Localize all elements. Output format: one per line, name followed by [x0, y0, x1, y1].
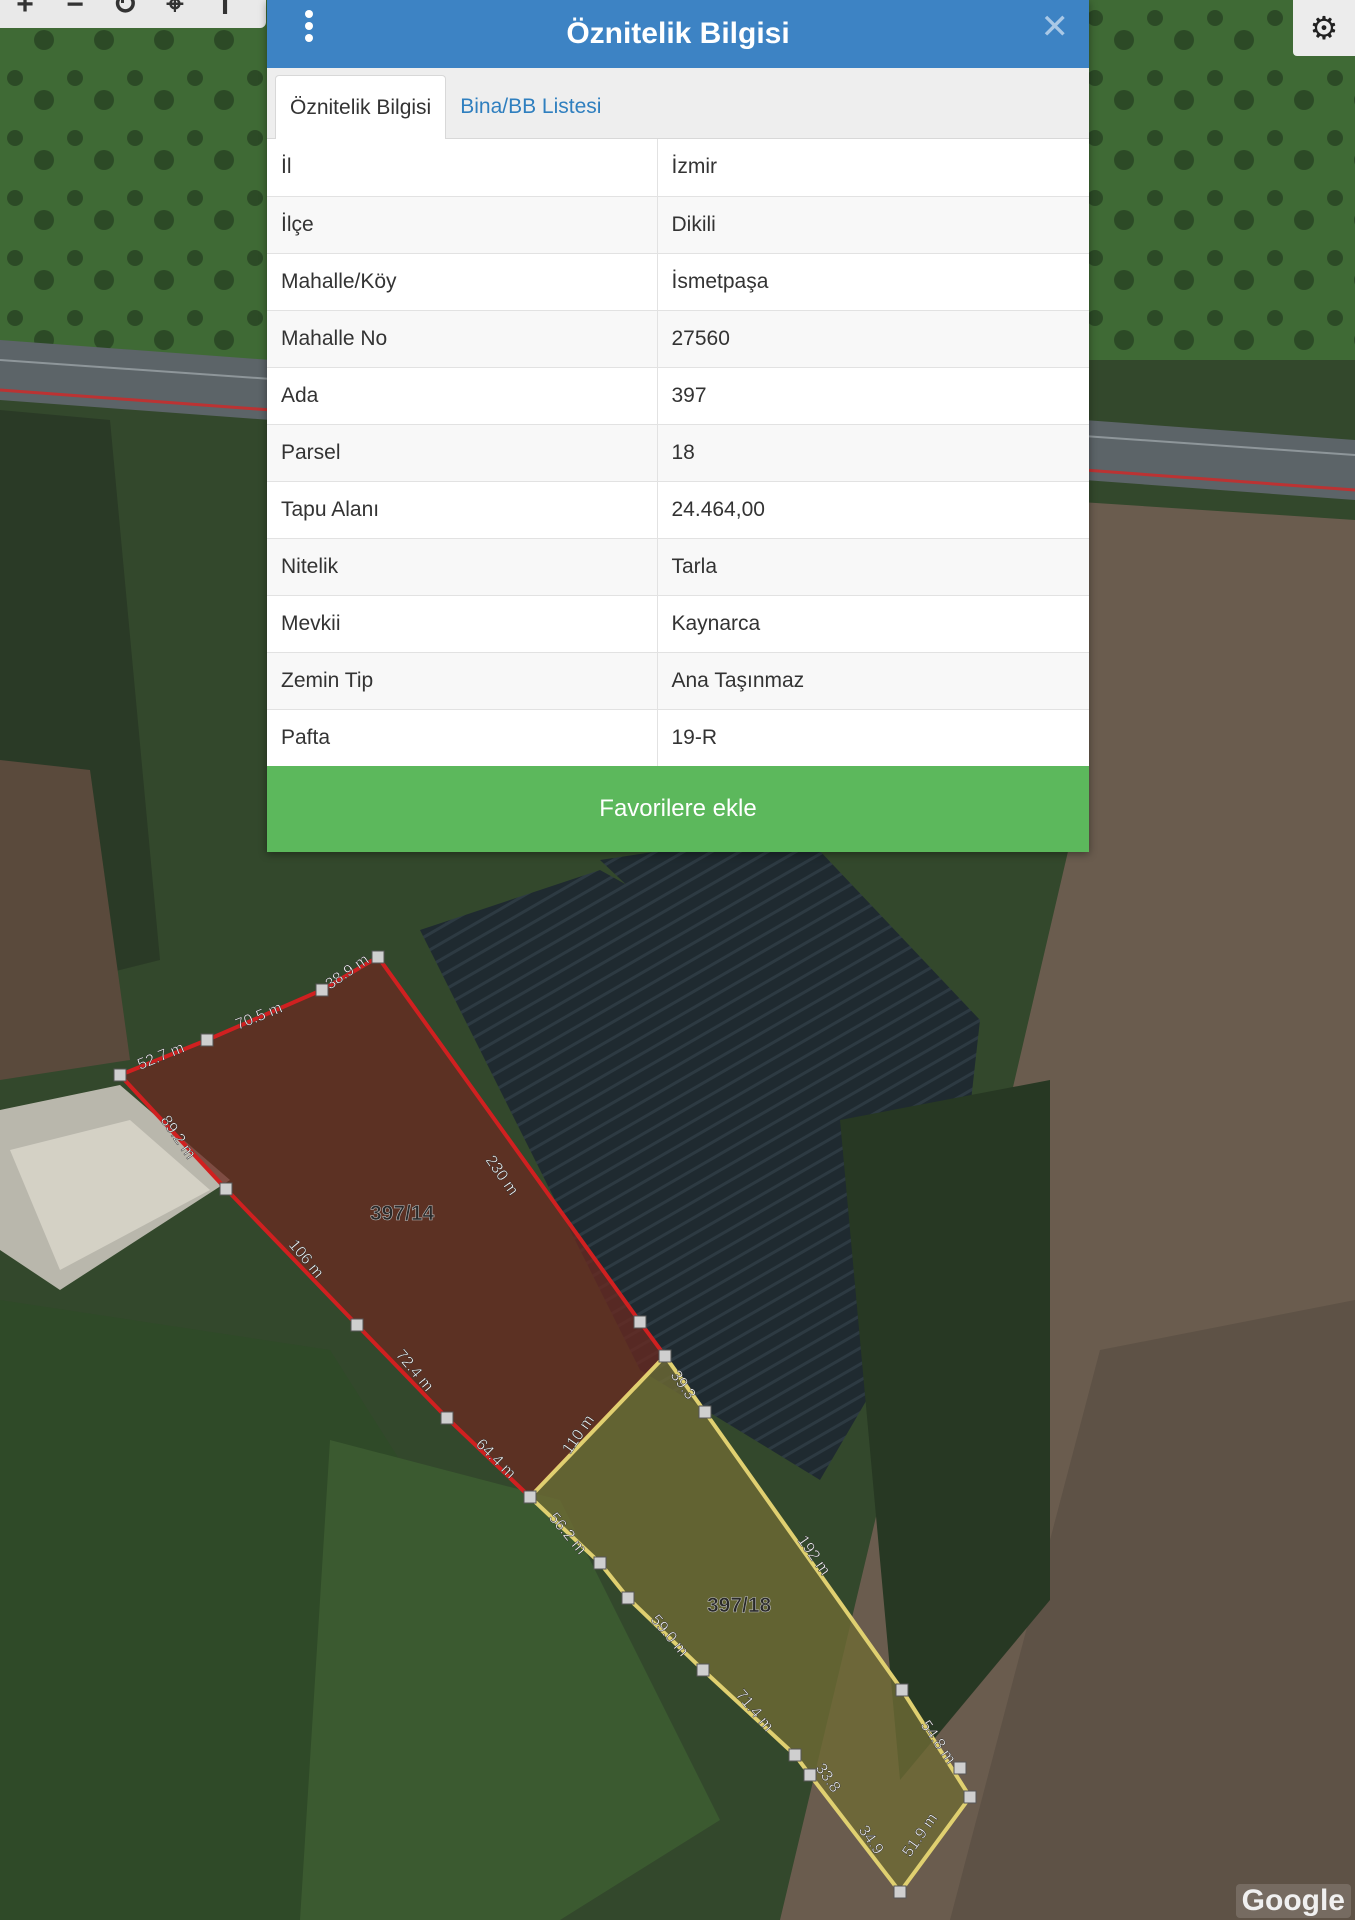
gear-icon: ⚙ — [1309, 10, 1339, 46]
row-value: 24.464,00 — [657, 480, 1089, 538]
row-key: Tapu Alanı — [267, 480, 658, 538]
row-value: 27560 — [657, 309, 1089, 367]
table-row: İlçe Dikili — [267, 195, 1089, 253]
row-key: Mahalle/Köy — [267, 252, 658, 310]
add-to-favorites-button[interactable]: Favorilere ekle — [267, 766, 1089, 852]
map-toolbar: + − ↻ ⌖ i — [0, 0, 266, 28]
row-key: Zemin Tip — [267, 651, 658, 709]
settings-button[interactable]: ⚙ — [1293, 0, 1355, 56]
row-value: Dikili — [657, 195, 1089, 253]
vertical-dots-icon[interactable] — [303, 10, 315, 44]
row-value: 18 — [657, 423, 1089, 481]
tab-attribute-info[interactable]: Öznitelik Bilgisi — [275, 75, 447, 139]
row-key: Nitelik — [267, 537, 658, 595]
dialog-header: Öznitelik Bilgisi ✕ — [267, 0, 1089, 68]
table-row: Mahalle/Köy İsmetpaşa — [267, 252, 1089, 310]
zoom-in-icon[interactable]: + — [0, 0, 50, 20]
info-icon[interactable]: i — [200, 0, 250, 20]
row-value: Ana Taşınmaz — [657, 651, 1089, 709]
table-row: Ada 397 — [267, 366, 1089, 424]
table-row: Tapu Alanı 24.464,00 — [267, 480, 1089, 538]
row-key: Parsel — [267, 423, 658, 481]
row-key: Pafta — [267, 708, 658, 766]
attribute-table: İl İzmir İlçe Dikili Mahalle/Köy İsmetpaşa … — [267, 139, 1089, 766]
table-row: Pafta 19-R — [267, 708, 1089, 766]
row-value: Tarla — [657, 537, 1089, 595]
tab-building-list[interactable]: Bina/BB Listesi — [446, 76, 615, 138]
google-attribution: Google — [1235, 1884, 1351, 1918]
table-row: Zemin Tip Ana Taşınmaz — [267, 651, 1089, 709]
row-key: Mahalle No — [267, 309, 658, 367]
parcel-label-397-14: 397/14 — [370, 1202, 435, 1225]
table-row: Nitelik Tarla — [267, 537, 1089, 595]
row-value: 397 — [657, 366, 1089, 424]
row-key: İl — [267, 139, 658, 196]
table-row: Parsel 18 — [267, 423, 1089, 481]
table-row: Mevkii Kaynarca — [267, 594, 1089, 652]
row-value: İzmir — [671, 155, 718, 179]
row-key: Ada — [267, 366, 658, 424]
table-row: Mahalle No 27560 — [267, 309, 1089, 367]
attribute-dialog: Öznitelik Bilgisi ✕ Öznitelik Bilgisi Bi… — [267, 0, 1089, 852]
row-key: Mevkii — [267, 594, 658, 652]
zoom-out-icon[interactable]: − — [50, 0, 100, 20]
row-value: Kaynarca — [657, 594, 1089, 652]
table-row: İl İzmir — [267, 139, 1089, 196]
parcel-label-397-18: 397/18 — [707, 1594, 772, 1617]
row-value: İsmetpaşa — [657, 252, 1089, 310]
close-icon[interactable]: ✕ — [1041, 10, 1070, 44]
dialog-title: Öznitelik Bilgisi — [566, 17, 790, 50]
refresh-icon[interactable]: ↻ — [100, 0, 150, 20]
row-value: 19-R — [657, 708, 1089, 766]
locate-icon[interactable]: ⌖ — [150, 0, 200, 20]
tab-bar: Öznitelik Bilgisi Bina/BB Listesi — [267, 68, 1089, 139]
row-key: İlçe — [267, 195, 658, 253]
